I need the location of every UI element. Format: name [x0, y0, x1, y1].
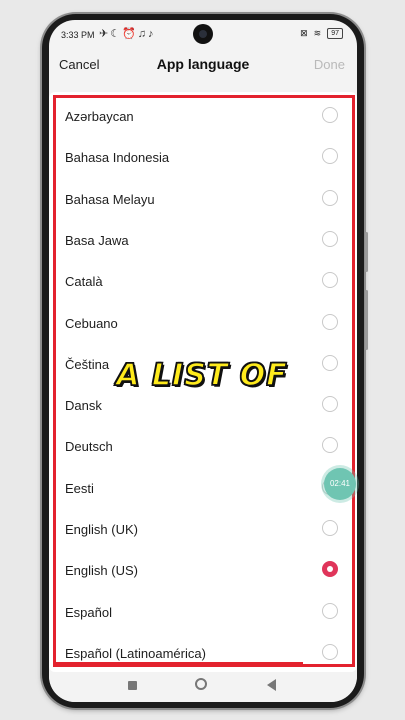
radio-unselected-icon[interactable]: [322, 354, 338, 371]
language-label: Català: [65, 274, 103, 290]
radio-unselected-icon[interactable]: [322, 148, 338, 165]
language-label: Deutsch: [65, 439, 113, 455]
volume-button: [365, 232, 368, 272]
language-label: Español: [65, 604, 112, 620]
sim-icon: ⊠: [300, 28, 308, 38]
language-label: English (UK): [65, 522, 138, 537]
radio-unselected-icon[interactable]: [322, 396, 338, 413]
language-label: English (US): [65, 563, 138, 579]
language-label: Čeština: [65, 356, 110, 372]
language-row[interactable]: Bahasa Melayu: [49, 179, 357, 220]
caption-overlay: A LIST OF: [116, 357, 288, 394]
scrollbar[interactable]: [352, 98, 355, 303]
home-icon[interactable]: [195, 678, 207, 690]
status-time: 3:33 PM: [61, 30, 95, 40]
language-row[interactable]: Español: [49, 592, 357, 633]
radio-unselected-icon[interactable]: [322, 520, 338, 536]
radio-unselected-icon[interactable]: [322, 107, 338, 123]
language-label: Español (Latinoamérica): [65, 645, 206, 661]
navigation-bar: [49, 672, 357, 702]
cancel-button[interactable]: Cancel: [59, 57, 99, 72]
radio-selected-icon[interactable]: [322, 561, 338, 578]
language-label: Basa Jawa: [65, 232, 129, 248]
notification-icons: ✈☾⏰♫♪: [99, 28, 156, 40]
radio-unselected-icon[interactable]: [322, 313, 338, 330]
wifi-icon: ≋: [313, 28, 322, 38]
language-row[interactable]: Cebuano: [49, 303, 357, 344]
language-label: Bahasa Melayu: [65, 191, 155, 207]
language-row[interactable]: Basa Jawa: [49, 220, 357, 261]
language-label: Bahasa Indonesia: [65, 150, 170, 166]
power-button: [365, 290, 368, 350]
radio-unselected-icon[interactable]: [322, 189, 338, 206]
language-row[interactable]: Deutsch: [49, 426, 357, 467]
recents-icon[interactable]: [128, 681, 137, 690]
language-label: Azərbaycan: [65, 109, 134, 124]
radio-unselected-icon[interactable]: [322, 437, 338, 454]
back-icon[interactable]: [267, 679, 276, 691]
done-button[interactable]: Done: [314, 57, 345, 72]
radio-unselected-icon[interactable]: [322, 602, 338, 619]
status-right-icons: ⊠ ≋ 97: [300, 28, 343, 39]
language-row[interactable]: Bahasa Indonesia: [49, 137, 357, 178]
radio-unselected-icon[interactable]: [322, 643, 338, 660]
language-row[interactable]: Català: [49, 261, 357, 302]
language-row[interactable]: Eesti: [49, 468, 357, 509]
app-header: App language Cancel Done: [49, 50, 357, 84]
language-label: Dansk: [65, 398, 102, 414]
floating-timer[interactable]: 02:41: [324, 468, 356, 500]
front-camera: [193, 24, 213, 44]
language-row[interactable]: Azərbaycan: [49, 96, 357, 137]
language-row[interactable]: Español (Latinoamérica): [49, 633, 357, 672]
language-row[interactable]: English (US): [49, 550, 357, 591]
language-label: Eesti: [65, 480, 94, 496]
language-row[interactable]: English (UK): [49, 509, 357, 550]
battery-icon: 97: [327, 28, 343, 39]
highlight-underline: [53, 662, 303, 666]
language-label: Cebuano: [65, 315, 118, 331]
radio-unselected-icon[interactable]: [322, 230, 338, 247]
radio-unselected-icon[interactable]: [322, 272, 338, 289]
